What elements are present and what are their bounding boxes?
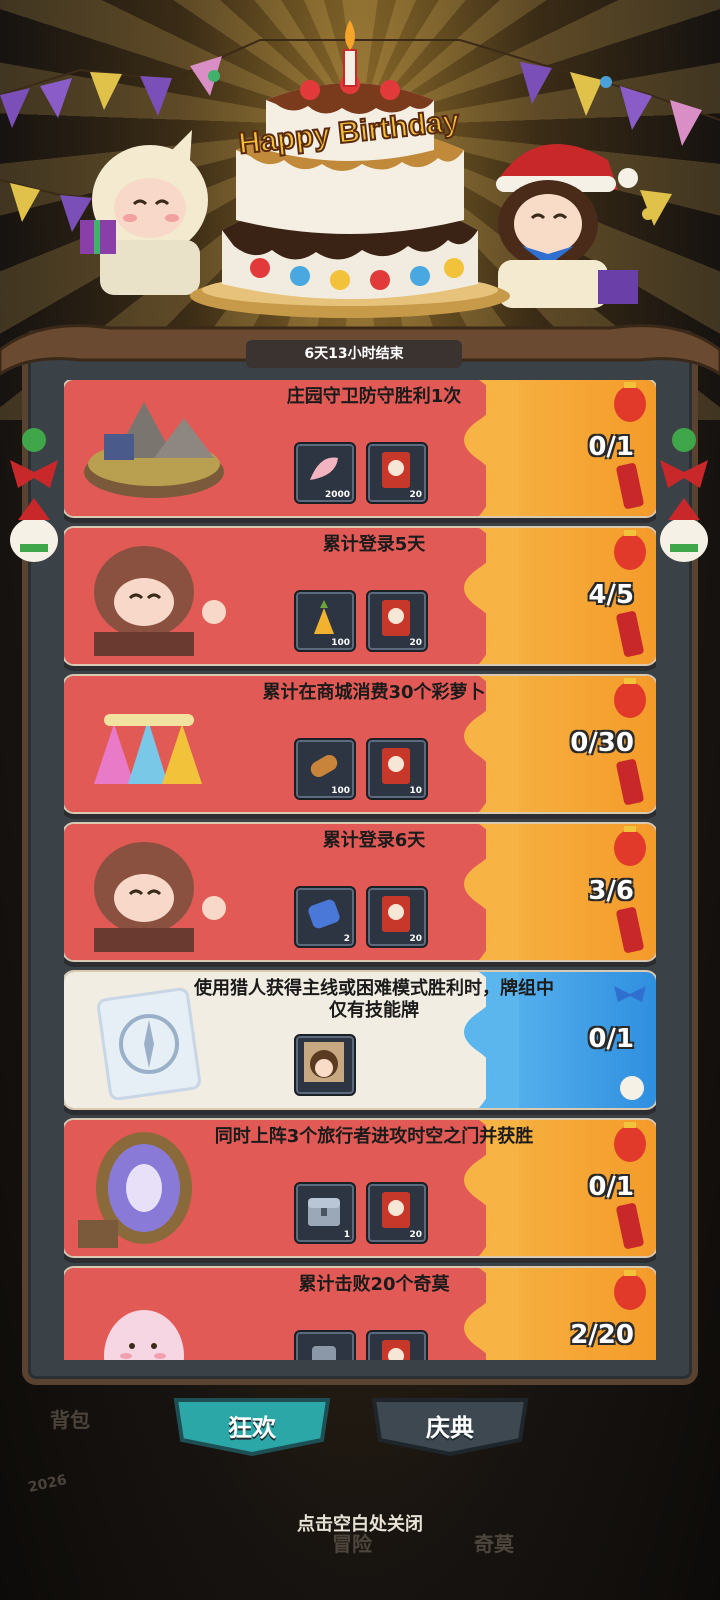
lantern-icon (614, 1270, 646, 1310)
task-card[interactable]: 庄园守卫防守胜利1次 2000 20 0/1 (64, 380, 656, 516)
hunter-portrait-icon (304, 1042, 344, 1082)
reward-count: 20 (409, 934, 422, 944)
reward-slot[interactable]: 10 (366, 738, 428, 800)
bg-newspaper-year: 2026 (26, 1472, 69, 1496)
reward-slot[interactable]: 20 (366, 1182, 428, 1244)
lantern-icon (614, 826, 646, 953)
task-title: 庄园守卫防守胜利1次 (286, 386, 462, 407)
bread-icon (310, 755, 338, 777)
close-hint[interactable]: 点击空白处关闭 (0, 1510, 720, 1536)
reward-count: 100 (331, 786, 350, 796)
reward-count: 2000 (324, 490, 350, 500)
reward-count: 2 (343, 934, 350, 944)
reward-slot[interactable]: 20 (366, 442, 428, 504)
reward-count: 20 (409, 490, 422, 500)
red-card-icon (382, 1340, 410, 1360)
task-card[interactable]: 同时上阵3个旅行者进攻时空之门并获胜 1 20 0/1 (64, 1120, 656, 1256)
reward-slot[interactable]: 2000 (294, 442, 356, 504)
golden-carrot-icon (314, 600, 334, 634)
reward-slot[interactable]: 20 (366, 886, 428, 948)
task-title: 累计登录5天 (322, 534, 426, 555)
reward-slot[interactable] (294, 1330, 356, 1360)
bg-nav-bag: 背包 (50, 1408, 90, 1432)
task-card[interactable]: 累计在商城消费30个彩萝卜 100 10 0/30 (64, 676, 656, 812)
red-card-icon (382, 600, 410, 636)
reward-slot[interactable]: 2 (294, 886, 356, 948)
task-card[interactable]: 使用猎人获得主线或困难模式胜利时，牌组中仅有技能牌 0/1 (64, 972, 656, 1108)
tab-celebration[interactable]: 庆典 (370, 1396, 530, 1456)
task-title: 同时上阵3个旅行者进攻时空之门并获胜 (214, 1126, 534, 1147)
reward-count: 10 (409, 786, 422, 796)
lantern-icon (614, 530, 646, 657)
red-card-icon (382, 748, 410, 784)
reward-count: 20 (409, 638, 422, 648)
task-title: 累计在商城消费30个彩萝卜 (262, 682, 486, 703)
reward-count: 100 (331, 638, 350, 648)
reward-icon (312, 1346, 336, 1360)
feather-icon (310, 457, 338, 480)
reward-count: 20 (409, 1230, 422, 1240)
lantern-icon (614, 1122, 646, 1249)
reward-slot[interactable]: 100 (294, 590, 356, 652)
task-list[interactable]: 庄园守卫防守胜利1次 2000 20 0/1 累计登录5天 100 20 4/5… (64, 380, 656, 1360)
red-card-icon (382, 1192, 410, 1228)
blue-bow-icon (614, 986, 646, 1100)
tab-celebration-label: 庆典 (426, 1414, 474, 1442)
task-card[interactable]: 累计登录6天 2 20 3/6 (64, 824, 656, 960)
task-title: 累计击败20个奇莫 (298, 1274, 450, 1295)
task-card[interactable]: 累计击败20个奇莫 2/20 (64, 1268, 656, 1360)
reward-slot[interactable] (366, 1330, 428, 1360)
lantern-icon (614, 382, 646, 509)
reward-slot[interactable]: 100 (294, 738, 356, 800)
tab-carnival-label: 狂欢 (228, 1414, 276, 1442)
task-card[interactable]: 累计登录5天 100 20 4/5 (64, 528, 656, 664)
tab-carnival[interactable]: 狂欢 (172, 1396, 332, 1456)
reward-slot[interactable] (294, 1034, 356, 1096)
event-timer: 6天13小时结束 (246, 340, 462, 368)
blue-scroll-icon (308, 899, 340, 929)
task-title: 使用猎人获得主线或困难模式胜利时，牌组中仅有技能牌 (194, 978, 554, 1021)
red-card-icon (382, 452, 410, 488)
right-ornament (660, 428, 708, 562)
birthday-cake: Happy Birthday (190, 20, 510, 318)
reward-count: 1 (343, 1230, 350, 1240)
left-ornament (10, 428, 58, 562)
red-card-icon (382, 896, 410, 932)
task-title: 累计登录6天 (322, 830, 426, 851)
reward-slot[interactable]: 1 (294, 1182, 356, 1244)
silver-chest-icon (308, 1198, 340, 1226)
reward-slot[interactable]: 20 (366, 590, 428, 652)
lantern-icon (614, 678, 646, 805)
